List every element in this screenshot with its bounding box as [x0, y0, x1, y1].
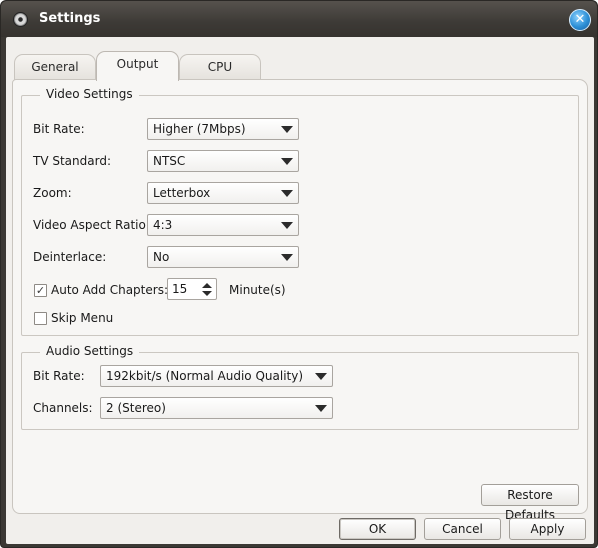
deinterlace-label: Deinterlace: — [33, 250, 107, 264]
ok-button[interactable]: OK — [339, 518, 416, 540]
deinterlace-dropdown[interactable]: No — [147, 246, 299, 268]
bit-rate-value: Higher (7Mbps) — [153, 122, 246, 136]
auto-add-chapters-label: Auto Add Chapters: — [51, 283, 168, 297]
chevron-down-icon — [281, 222, 293, 229]
restore-defaults-button[interactable]: Restore Defaults — [481, 484, 579, 522]
video-settings-group: Video Settings Bit Rate: Higher (7Mbps) … — [21, 87, 579, 336]
spin-up-icon[interactable] — [202, 283, 212, 288]
channels-label: Channels: — [33, 401, 93, 415]
chapter-interval-value: 15 — [172, 282, 188, 296]
bit-rate-dropdown[interactable]: Higher (7Mbps) — [147, 118, 299, 140]
zoom-label: Zoom: — [33, 186, 72, 200]
tv-standard-label: TV Standard: — [33, 154, 111, 168]
video-settings-label: Video Settings — [40, 87, 139, 101]
aspect-ratio-value: 4:3 — [153, 218, 173, 232]
minutes-unit-label: Minute(s) — [229, 283, 286, 297]
cancel-button[interactable]: Cancel — [424, 518, 501, 540]
channels-dropdown[interactable]: 2 (Stereo) — [100, 397, 333, 419]
close-icon[interactable]: ✕ — [569, 9, 591, 31]
output-tab-panel: Video Settings Bit Rate: Higher (7Mbps) … — [12, 79, 588, 522]
audio-settings-label: Audio Settings — [40, 344, 140, 358]
chevron-down-icon — [315, 405, 327, 412]
skip-menu-label: Skip Menu — [51, 311, 114, 325]
window-title: Settings — [39, 11, 101, 26]
aspect-ratio-label: Video Aspect Ratio: — [33, 218, 150, 232]
channels-value: 2 (Stereo) — [106, 401, 166, 415]
tab-output[interactable]: Output — [96, 51, 179, 81]
tab-general[interactable]: General — [14, 54, 96, 80]
chevron-down-icon — [281, 254, 293, 261]
zoom-dropdown[interactable]: Letterbox — [147, 182, 299, 204]
skip-menu-checkbox[interactable] — [34, 312, 47, 325]
settings-window: Settings ✕ General Output CPU Video Sett… — [0, 0, 598, 548]
aspect-ratio-dropdown[interactable]: 4:3 — [147, 214, 299, 236]
tv-standard-dropdown[interactable]: NTSC — [147, 150, 299, 172]
audio-settings-group: Audio Settings Bit Rate: 192kbit/s (Norm… — [21, 344, 579, 430]
title-bar[interactable]: Settings ✕ — [1, 1, 597, 37]
zoom-value: Letterbox — [153, 186, 211, 200]
bit-rate-label: Bit Rate: — [33, 122, 85, 136]
tv-standard-value: NTSC — [153, 154, 186, 168]
tab-cpu[interactable]: CPU — [179, 54, 261, 80]
audio-bit-rate-dropdown[interactable]: 192kbit/s (Normal Audio Quality) — [100, 365, 333, 387]
audio-bit-rate-value: 192kbit/s (Normal Audio Quality) — [106, 369, 304, 383]
chevron-down-icon — [315, 373, 327, 380]
auto-add-chapters-checkbox[interactable]: ✓ — [34, 284, 47, 297]
audio-bit-rate-label: Bit Rate: — [33, 369, 85, 383]
disc-icon — [13, 12, 28, 27]
spin-down-icon[interactable] — [202, 291, 212, 296]
deinterlace-value: No — [153, 250, 170, 264]
chevron-down-icon — [281, 126, 293, 133]
apply-button[interactable]: Apply — [509, 518, 586, 540]
dialog-body: General Output CPU Video Settings Bit Ra… — [6, 37, 594, 544]
chevron-down-icon — [281, 158, 293, 165]
chevron-down-icon — [281, 190, 293, 197]
chapter-interval-stepper[interactable]: 15 — [167, 278, 217, 300]
